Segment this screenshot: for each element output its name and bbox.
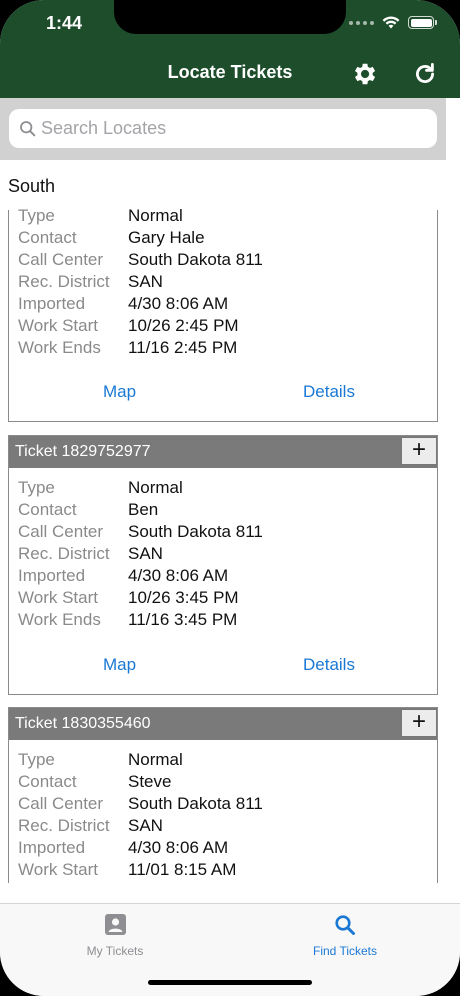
ticket-card: Ticket 1829752977 + Type Normal Contact Be… xyxy=(8,435,438,695)
map-link[interactable]: Map xyxy=(103,382,136,402)
detail-label: Work Ends xyxy=(18,610,101,629)
detail-value: 11/16 2:45 PM xyxy=(128,338,238,357)
details-link[interactable]: Details xyxy=(303,382,355,402)
search-icon xyxy=(20,121,36,137)
detail-label: Type xyxy=(18,750,55,769)
detail-value: Gary Hale xyxy=(128,228,205,247)
search-input[interactable] xyxy=(41,109,421,148)
detail-value: 4/30 8:06 AM xyxy=(128,838,229,857)
detail-label: Type xyxy=(18,206,55,225)
detail-value: SAN xyxy=(128,544,163,563)
ticket-card: Type Normal Contact Gary Hale Call Center S… xyxy=(8,206,438,422)
home-indicator xyxy=(148,980,312,985)
detail-value: SAN xyxy=(128,816,163,835)
detail-label: Work Start xyxy=(18,316,98,335)
detail-label: Contact xyxy=(18,500,77,519)
detail-value: Steve xyxy=(128,772,172,791)
detail-value: 10/26 3:45 PM xyxy=(128,588,239,607)
detail-value: South Dakota 811 xyxy=(128,522,263,541)
detail-label: Work Start xyxy=(18,588,98,607)
detail-label: Imported xyxy=(18,294,86,313)
page-title: Locate Tickets xyxy=(167,62,293,82)
status-time: 1:44 xyxy=(46,13,83,33)
detail-label: Rec. District xyxy=(18,272,110,291)
battery-icon xyxy=(408,16,437,29)
ticket-title: Ticket 1830355460 xyxy=(15,715,151,732)
tab-label: Find Tickets xyxy=(312,944,378,958)
detail-value: 11/16 3:45 PM xyxy=(128,610,238,629)
tab-label: My Tickets xyxy=(86,944,144,958)
gear-icon[interactable] xyxy=(350,60,378,88)
detail-value: 11/01 8:15 AM xyxy=(128,860,237,879)
device-notch xyxy=(114,0,346,34)
ticket-title: Ticket 1829752977 xyxy=(15,443,151,460)
section-title: South xyxy=(8,176,56,196)
detail-label: Work Ends xyxy=(18,338,101,357)
detail-label: Call Center xyxy=(18,522,104,541)
detail-label: Rec. District xyxy=(18,544,110,563)
detail-value: South Dakota 811 xyxy=(128,250,263,269)
detail-value: 4/30 8:06 AM xyxy=(128,566,229,585)
person-icon xyxy=(105,914,126,935)
detail-label: Work Start xyxy=(18,860,98,879)
ticket-card: Ticket 1830355460 + Type Normal Contact St… xyxy=(8,707,438,883)
ticket-header: Ticket 1829752977 + xyxy=(9,436,437,468)
detail-label: Rec. District xyxy=(18,816,110,835)
detail-value: Ben xyxy=(128,500,159,519)
detail-label: Type xyxy=(18,478,55,497)
detail-label: Imported xyxy=(18,566,86,585)
search-bar xyxy=(0,98,446,160)
detail-value: Normal xyxy=(128,750,183,769)
detail-value: 10/26 2:45 PM xyxy=(128,316,239,335)
signal-icon xyxy=(349,20,374,25)
detail-label: Call Center xyxy=(18,250,104,269)
detail-value: Normal xyxy=(128,478,183,497)
detail-value: Normal xyxy=(128,206,183,225)
tab-my-tickets[interactable]: My Tickets xyxy=(0,904,230,974)
detail-value: 4/30 8:06 AM xyxy=(128,294,229,313)
detail-label: Contact xyxy=(18,772,77,791)
detail-value: SAN xyxy=(128,272,163,291)
app-screen: 1:44 Locate Tickets Search Locates South… xyxy=(0,0,460,996)
expand-button[interactable]: + xyxy=(401,709,437,737)
expand-button[interactable]: + xyxy=(401,437,437,465)
detail-label: Imported xyxy=(18,838,86,857)
map-link[interactable]: Map xyxy=(103,655,136,675)
wifi-icon xyxy=(382,16,400,29)
status-icons xyxy=(349,16,437,29)
nav-bar: 1:44 Locate Tickets xyxy=(0,0,460,98)
detail-label: Call Center xyxy=(18,794,104,813)
details-link[interactable]: Details xyxy=(303,655,355,675)
detail-value: South Dakota 811 xyxy=(128,794,263,813)
search-box[interactable] xyxy=(9,109,437,148)
tab-find-tickets[interactable]: Find Tickets xyxy=(230,904,460,974)
search-icon xyxy=(335,915,355,935)
detail-label: Contact xyxy=(18,228,77,247)
refresh-icon[interactable] xyxy=(412,61,438,87)
ticket-header: Ticket 1830355460 + xyxy=(9,708,437,740)
